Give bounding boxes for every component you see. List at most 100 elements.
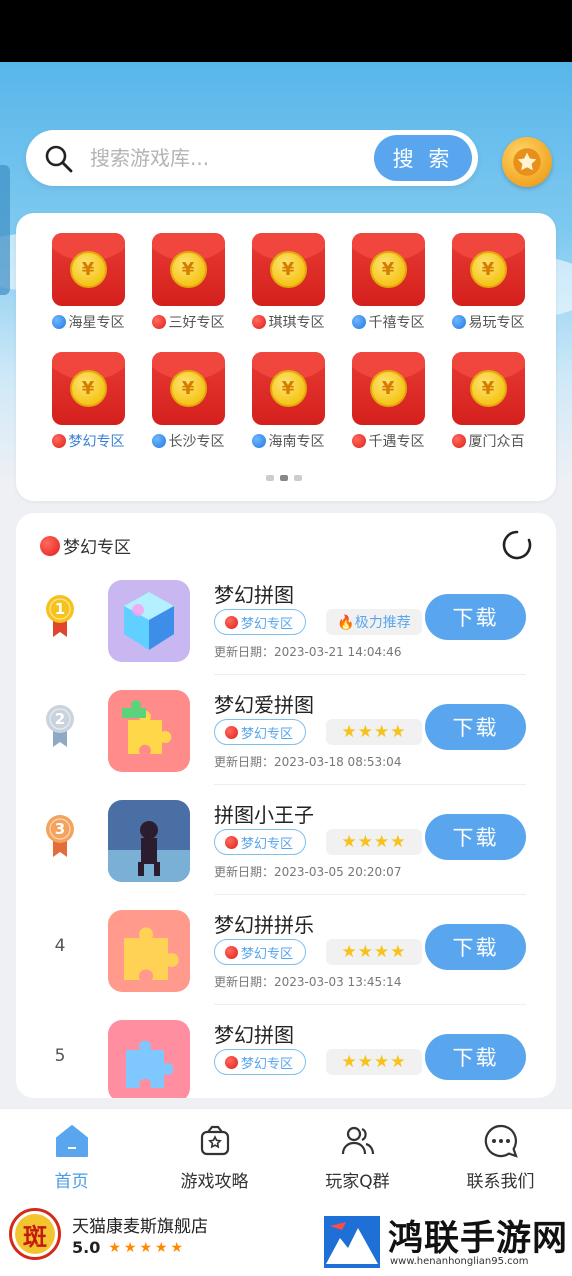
rank-medal: 1 [44, 593, 76, 639]
game-title: 梦幻拼拼乐 [214, 913, 314, 937]
zone-grid: ¥ 海星专区 ¥ 三好专区 ¥ 琪琪专区 ¥ 千禧专区 ¥ 易玩专区 ¥ 梦幻专区 ¥ 长沙专区 ¥ 海南专区… [38, 233, 538, 451]
rank-medal: 3 [44, 813, 76, 859]
zone-label-text: 三好专区 [168, 315, 225, 331]
shop-rating: 5.0 ★★★★★ [72, 1238, 186, 1257]
red-dot-icon [225, 835, 238, 849]
zone-label: 梦幻专区 [51, 431, 125, 451]
zone-tag-text: 梦幻专区 [241, 1056, 294, 1072]
zone-label-text: 易玩专区 [468, 315, 525, 331]
update-date: 更新日期：2023-03-03 13:45:14 [214, 975, 402, 989]
coin-icon: ¥ [69, 251, 107, 288]
zone-tag: 梦幻专区 [214, 829, 307, 855]
nav-item[interactable]: 游戏攻略 [143, 1109, 286, 1199]
zone-tag: 梦幻专区 [214, 719, 307, 745]
download-button[interactable]: 下载 [425, 924, 526, 970]
zone-label-text: 梦幻专区 [68, 434, 125, 450]
coin-icon: ¥ [169, 251, 207, 288]
rank-number: 2 [54, 710, 66, 728]
blue-dot-icon [351, 315, 366, 329]
brand-logo-icon [324, 1216, 380, 1268]
zone-tag-text: 梦幻专区 [241, 836, 294, 852]
red-envelope-icon: ¥ [151, 352, 225, 425]
coin-icon: ¥ [369, 251, 407, 288]
coin-icon: ¥ [169, 370, 207, 407]
zone-label: 海南专区 [251, 431, 325, 451]
game-row[interactable]: 2 梦幻爱拼图 梦幻专区 ★★★★ 更新日期：2023-03-18 08:53:04 下载 [16, 675, 556, 785]
game-icon[interactable] [108, 580, 190, 662]
zone-tag-text: 梦幻专区 [241, 616, 294, 632]
shop-logo: 斑 [9, 1208, 61, 1260]
red-dot-icon [40, 535, 60, 556]
download-button[interactable]: 下载 [425, 1034, 526, 1080]
red-dot-icon [225, 615, 238, 629]
red-envelope-icon: ¥ [151, 233, 225, 306]
rank-number: 4 [54, 936, 66, 956]
nav-item[interactable]: 玩家Q群 [286, 1109, 429, 1199]
zone-item[interactable]: ¥ 千禧专区 [338, 233, 438, 332]
rank-number: 1 [54, 600, 66, 618]
shop-rating-value: 5.0 [72, 1238, 101, 1257]
game-title: 梦幻拼图 [214, 583, 294, 607]
group-icon [340, 1123, 376, 1159]
zone-label: 三好专区 [151, 312, 225, 332]
refresh-icon[interactable] [500, 528, 534, 562]
list-header-title: 梦幻专区 [63, 538, 131, 558]
red-dot-icon [51, 434, 66, 448]
red-dot-icon [151, 315, 166, 329]
download-button[interactable]: 下载 [425, 594, 526, 640]
update-date: 更新日期：2023-03-18 08:53:04 [214, 755, 402, 769]
game-row[interactable]: 3 拼图小王子 梦幻专区 ★★★★ 更新日期：2023-03-05 20:20:07 下载 [16, 785, 556, 895]
coin-icon: ¥ [469, 251, 507, 288]
game-row[interactable]: 1 梦幻拼图 梦幻专区 🔥极力推荐 更新日期：2023-03-21 14:04:46 下载 [16, 565, 556, 675]
red-dot-icon [225, 725, 238, 739]
zone-label-text: 千遇专区 [368, 434, 425, 450]
zone-item[interactable]: ¥ 海南专区 [238, 352, 338, 451]
game-icon[interactable] [108, 1020, 190, 1098]
game-row[interactable]: 5 梦幻拼图 梦幻专区 ★★★★ 下载 [16, 1005, 556, 1098]
download-button[interactable]: 下载 [425, 814, 526, 860]
chat-icon [483, 1123, 519, 1159]
zone-item[interactable]: ¥ 千遇专区 [338, 352, 438, 451]
rank-number: 3 [54, 820, 66, 838]
zone-label-text: 千禧专区 [368, 315, 425, 331]
zone-tag-text: 梦幻专区 [241, 946, 294, 962]
red-envelope-icon: ¥ [251, 352, 325, 425]
zone-label: 千禧专区 [351, 312, 425, 332]
zone-item[interactable]: ¥ 琪琪专区 [238, 233, 338, 332]
favorite-star-button[interactable] [502, 137, 552, 187]
search-input[interactable] [90, 138, 380, 178]
zone-label: 海星专区 [51, 312, 125, 332]
coin-icon: ¥ [269, 370, 307, 407]
shop-name: 天猫康麦斯旗舰店 [72, 1217, 208, 1237]
zone-item[interactable]: ¥ 海星专区 [38, 233, 138, 332]
recommend-tag: 🔥极力推荐 [326, 609, 422, 635]
shop-logo-char: 斑 [15, 1214, 55, 1254]
zone-tag: 梦幻专区 [214, 1049, 307, 1075]
coin-icon: ¥ [69, 370, 107, 407]
zone-item[interactable]: ¥ 厦门众百 [438, 352, 538, 451]
zone-card: ¥ 海星专区 ¥ 三好专区 ¥ 琪琪专区 ¥ 千禧专区 ¥ 易玩专区 ¥ 梦幻专区 ¥ 长沙专区 ¥ 海南专区… [16, 213, 556, 501]
star-rating: ★★★★ [326, 1049, 422, 1075]
nav-item[interactable]: 联系我们 [429, 1109, 572, 1199]
game-icon[interactable] [108, 690, 190, 772]
game-row[interactable]: 4 梦幻拼拼乐 梦幻专区 ★★★★ 更新日期：2023-03-03 13:45:14 下载 [16, 895, 556, 1005]
red-dot-icon [451, 434, 466, 448]
zone-tag-text: 梦幻专区 [241, 726, 294, 742]
zone-item[interactable]: ¥ 梦幻专区 [38, 352, 138, 451]
zone-item[interactable]: ¥ 长沙专区 [138, 352, 238, 451]
edge-handle[interactable] [0, 165, 10, 295]
game-icon[interactable] [108, 800, 190, 882]
zone-item[interactable]: ¥ 三好专区 [138, 233, 238, 332]
game-title: 梦幻拼图 [214, 1023, 294, 1047]
guide-icon [197, 1123, 233, 1159]
rank-medal: 2 [44, 703, 76, 749]
nav-item[interactable]: 首页 [0, 1109, 143, 1199]
red-dot-icon [351, 434, 366, 448]
search-button[interactable]: 搜 索 [374, 135, 472, 181]
zone-item[interactable]: ¥ 易玩专区 [438, 233, 538, 332]
star-rating: ★★★★ [326, 719, 422, 745]
game-icon[interactable] [108, 910, 190, 992]
download-button[interactable]: 下载 [425, 704, 526, 750]
ad-bar[interactable]: 斑 天猫康麦斯旗舰店 5.0 ★★★★★ 鸿联手游网 www.henanhong… [0, 1198, 572, 1276]
zone-tag: 梦幻专区 [214, 939, 307, 965]
